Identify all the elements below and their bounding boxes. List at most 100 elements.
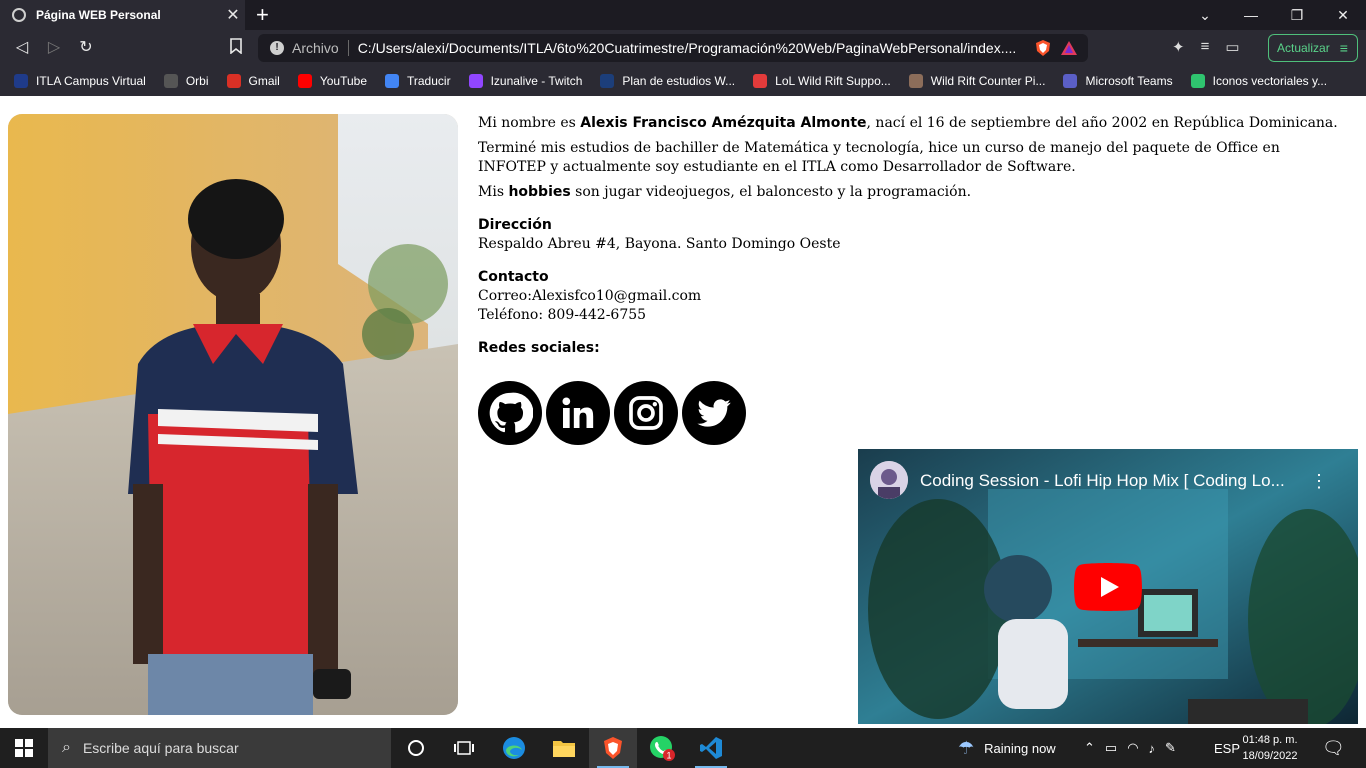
umbrella-icon: ☂	[958, 737, 975, 758]
whatsapp-badge: 1	[666, 751, 671, 761]
info-icon[interactable]: !	[270, 41, 284, 55]
bookmark-favicon-icon	[908, 74, 923, 88]
youtube-embed[interactable]: Coding Session - Lofi Hip Hop Mix [ Codi…	[858, 449, 1358, 724]
weather-widget[interactable]: ☂ Raining now	[958, 728, 1056, 768]
web-page: Mi nombre es Alexis Francisco Amézquita …	[0, 96, 1366, 728]
bookmark-favicon-icon	[297, 74, 312, 88]
channel-avatar[interactable]	[870, 461, 908, 499]
tab-bar: Página WEB Personal ✕ + ⌄ — ❐ ✕	[0, 0, 1366, 30]
extension-icons: ✦ ≡ ▭	[1172, 38, 1240, 56]
clock-date: 18/09/2022	[1242, 750, 1298, 762]
hobbies-suffix: son jugar videojuegos, el baloncesto y l…	[570, 184, 972, 200]
bookmark-item[interactable]: ITLA Campus Virtual	[14, 74, 146, 88]
twitter-icon[interactable]	[682, 381, 746, 445]
bookmark-item[interactable]: Traducir	[385, 74, 451, 88]
bookmark-favicon-icon	[226, 74, 241, 88]
bookmark-favicon-icon	[600, 74, 615, 88]
play-button-icon[interactable]	[1074, 563, 1142, 611]
puzzle-icon[interactable]: ✦	[1172, 38, 1185, 56]
wifi-icon[interactable]: ◠	[1127, 740, 1138, 756]
battery-icon[interactable]: ▭	[1105, 740, 1117, 756]
chevron-up-icon[interactable]: ⌃	[1084, 740, 1095, 756]
contact-heading: Contacto	[478, 269, 549, 285]
new-tab-button[interactable]: +	[256, 3, 269, 27]
tab-active[interactable]: Página WEB Personal ✕	[0, 0, 245, 30]
file-explorer-icon[interactable]	[540, 728, 588, 768]
tab-title: Página WEB Personal	[36, 8, 161, 22]
intro-suffix: , nací el 16 de septiembre del año 2002 …	[866, 115, 1338, 131]
system-tray-icons: ⌃ ▭ ◠ ♪ ✎	[1084, 728, 1176, 768]
bookmark-item[interactable]: Izunalive - Twitch	[468, 74, 582, 88]
search-placeholder: Escribe aquí para buscar	[82, 740, 239, 756]
brave-taskbar-icon[interactable]	[589, 728, 637, 768]
bookmark-favicon-icon	[1190, 74, 1205, 88]
language-indicator[interactable]: ESP	[1214, 728, 1240, 768]
cortana-icon[interactable]	[392, 728, 440, 768]
bookmark-item[interactable]: Orbi	[163, 74, 209, 88]
globe-icon	[12, 8, 26, 22]
bookmark-label: Traducir	[407, 74, 451, 88]
menu-icon[interactable]: ≡	[1340, 40, 1348, 56]
wallet-icon[interactable]: ▭	[1225, 38, 1239, 56]
volume-icon[interactable]: ♪	[1149, 741, 1156, 756]
bookmark-favicon-icon	[14, 74, 28, 88]
update-label: Actualizar	[1277, 41, 1330, 55]
tab-close-button[interactable]: ✕	[221, 5, 245, 25]
taskbar-search[interactable]: ⌕ Escribe aquí para buscar	[48, 728, 391, 768]
video-title[interactable]: Coding Session - Lofi Hip Hop Mix [ Codi…	[920, 471, 1285, 491]
bookmark-item[interactable]: YouTube	[297, 74, 367, 88]
notification-icon[interactable]: 🗨	[1322, 728, 1345, 768]
bookmark-label: YouTube	[319, 74, 367, 88]
bookmark-icon[interactable]	[226, 38, 246, 58]
bookmark-item[interactable]: Gmail	[226, 74, 280, 88]
instagram-icon[interactable]	[614, 381, 678, 445]
intro-paragraph: Mi nombre es Alexis Francisco Amézquita …	[478, 114, 1338, 133]
address-bar[interactable]: ! Archivo C:/Users/alexi/Documents/ITLA/…	[258, 34, 1088, 62]
email-text: Correo:Alexisfco10@gmail.com	[478, 288, 702, 304]
forward-button[interactable]: ▷	[44, 38, 64, 58]
task-view-icon[interactable]	[440, 728, 488, 768]
github-icon[interactable]	[478, 381, 542, 445]
bookmark-favicon-icon	[163, 74, 178, 88]
tab-search-chevron-icon[interactable]: ⌄	[1182, 0, 1228, 30]
video-menu-icon[interactable]: ⋮	[1310, 471, 1328, 492]
bookmarks-bar: ITLA Campus Virtual Orbi Gmail YouTube Tradu…	[0, 66, 1366, 96]
url-divider	[347, 40, 349, 56]
back-button[interactable]: ◁	[12, 38, 32, 58]
clock[interactable]: 01:48 p. m. 18/09/2022	[1240, 732, 1300, 764]
linkedin-icon[interactable]	[546, 381, 610, 445]
bookmark-label: Gmail	[248, 74, 280, 88]
update-button[interactable]: Actualizar ≡	[1268, 34, 1358, 62]
playlist-icon[interactable]: ≡	[1201, 38, 1210, 56]
bookmark-label: Wild Rift Counter Pi...	[930, 74, 1046, 88]
profile-content: Mi nombre es Alexis Francisco Amézquita …	[478, 114, 1338, 358]
bookmark-label: Orbi	[185, 74, 209, 88]
start-button[interactable]	[0, 728, 48, 768]
bookmark-item[interactable]: Microsoft Teams	[1063, 74, 1173, 88]
phone-text: Teléfono: 809-442-6755	[478, 307, 647, 323]
bookmark-item[interactable]: Iconos vectoriales y...	[1190, 74, 1327, 88]
url-text[interactable]: C:/Users/alexi/Documents/ITLA/6to%20Cuat…	[358, 40, 1026, 56]
bookmark-label: Microsoft Teams	[1085, 74, 1173, 88]
bookmark-favicon-icon	[1063, 74, 1078, 88]
social-heading: Redes sociales:	[478, 340, 600, 356]
bookmark-item[interactable]: LoL Wild Rift Suppo...	[753, 74, 891, 88]
studies-paragraph: Terminé mis estudios de bachiller de Mat…	[478, 140, 1280, 175]
restore-button[interactable]: ❐	[1274, 0, 1320, 30]
bookmark-item[interactable]: Plan de estudios W...	[600, 74, 735, 88]
search-icon: ⌕	[62, 739, 71, 756]
close-window-button[interactable]: ✕	[1320, 0, 1366, 30]
minimize-button[interactable]: —	[1228, 0, 1274, 30]
vscode-icon[interactable]	[687, 728, 735, 768]
bookmark-label: Plan de estudios W...	[622, 74, 736, 88]
brave-shield-icon[interactable]	[1034, 39, 1052, 57]
pen-icon[interactable]: ✎	[1165, 740, 1176, 756]
reload-button[interactable]: ↻	[76, 38, 96, 58]
brave-rewards-icon[interactable]	[1060, 40, 1078, 56]
whatsapp-icon[interactable]: 1	[638, 728, 686, 768]
edge-icon[interactable]	[490, 728, 538, 768]
windows-taskbar: ⌕ Escribe aquí para buscar 1 ☂ Raining n…	[0, 728, 1366, 768]
weather-text: Raining now	[984, 740, 1056, 756]
bookmark-item[interactable]: Wild Rift Counter Pi...	[908, 74, 1046, 88]
browser-toolbar: ◁ ▷ ↻ ! Archivo C:/Users/alexi/Documents…	[0, 30, 1366, 66]
